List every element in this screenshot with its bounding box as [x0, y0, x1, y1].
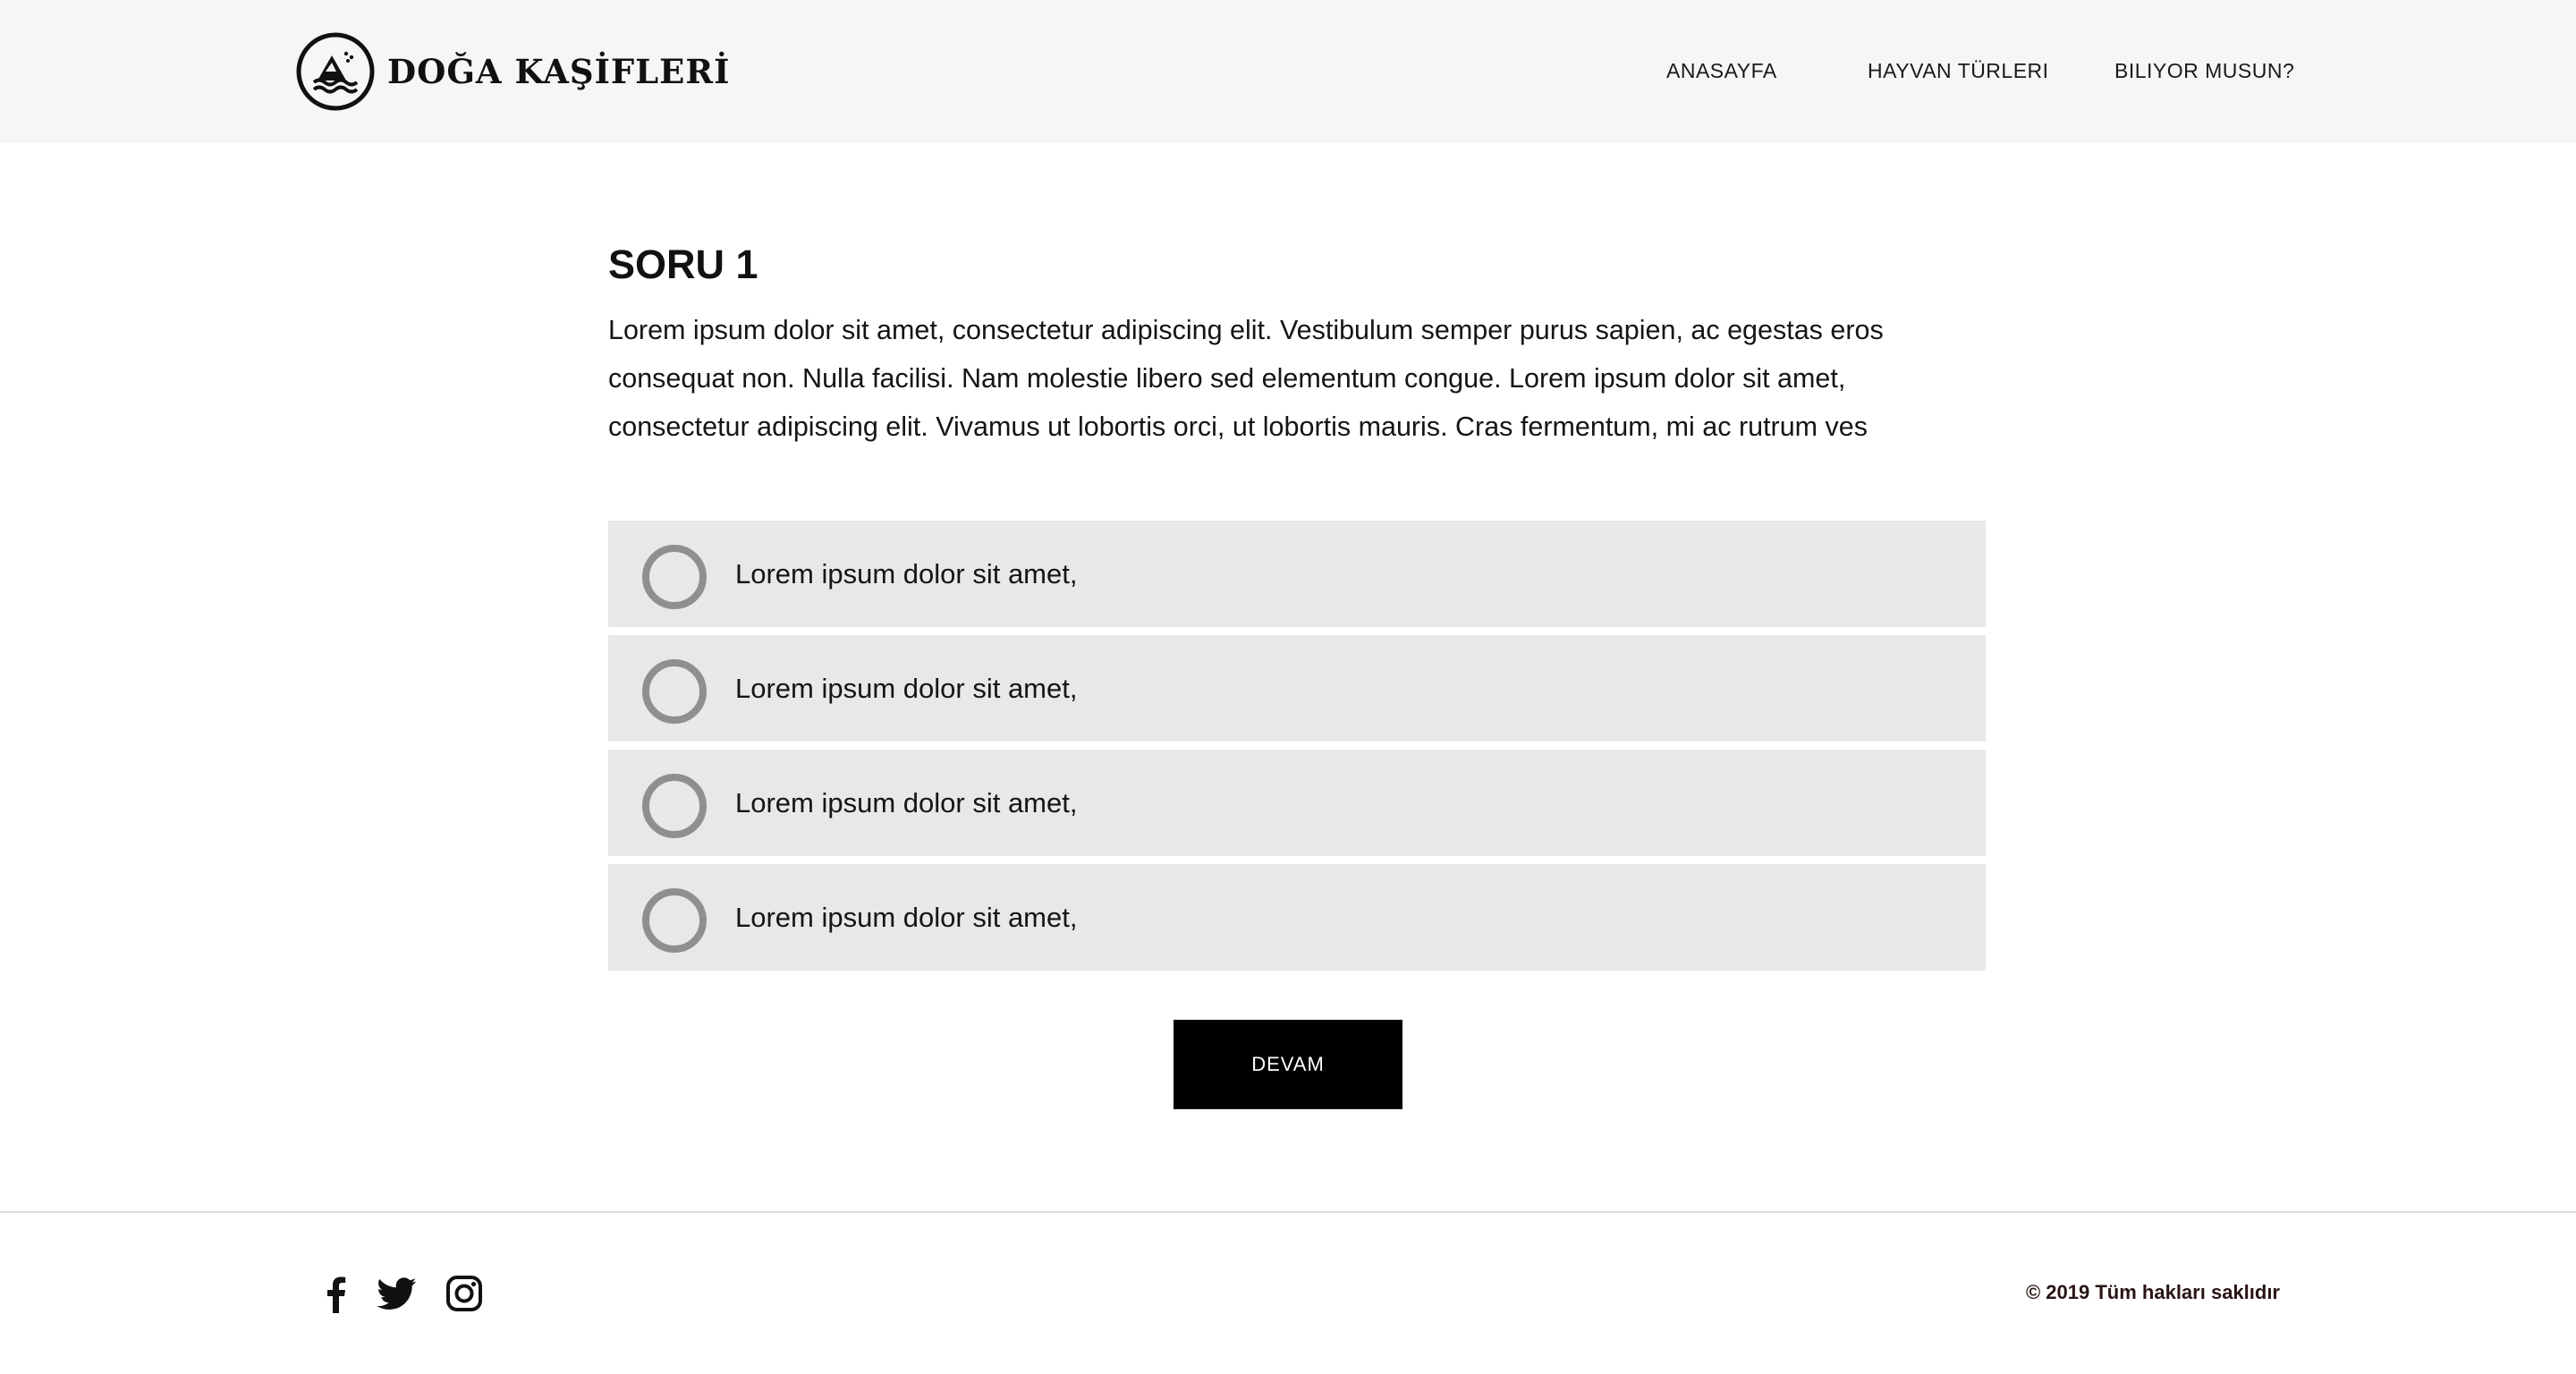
instagram-icon[interactable]	[445, 1274, 484, 1313]
copyright-text: © 2019 Tüm hakları saklıdır	[2025, 1281, 2280, 1303]
site-footer: © 2019 Tüm hakları saklıdır	[0, 1211, 2576, 1374]
answer-option[interactable]: Lorem ipsum dolor sit amet,	[608, 864, 1986, 971]
radio-button[interactable]	[642, 659, 707, 724]
radio-button[interactable]	[642, 774, 707, 838]
answer-option-label: Lorem ipsum dolor sit amet,	[735, 673, 1078, 704]
continue-button[interactable]: DEVAM	[1174, 1020, 1402, 1109]
brand-name: DOĞA KAŞİFLERİ	[387, 52, 731, 91]
question-title: SORU 1	[608, 242, 758, 287]
brand-logo[interactable]: DOĞA KAŞİFLERİ	[296, 32, 730, 111]
question-text: Lorem ipsum dolor sit amet, consectetur …	[608, 315, 1884, 442]
site-header: DOĞA KAŞİFLERİ ANASAYFA HAYVAN TÜRLERI B…	[0, 0, 2576, 143]
answer-option-label: Lorem ipsum dolor sit amet,	[735, 558, 1078, 589]
facebook-icon[interactable]	[317, 1274, 356, 1313]
answer-option-label: Lorem ipsum dolor sit amet,	[735, 787, 1078, 818]
mountain-waves-logo-icon	[296, 32, 375, 111]
answer-option[interactable]: Lorem ipsum dolor sit amet,	[608, 635, 1986, 742]
answer-options: Lorem ipsum dolor sit amet, Lorem ipsum …	[608, 521, 1986, 979]
radio-button[interactable]	[642, 888, 707, 953]
answer-option[interactable]: Lorem ipsum dolor sit amet,	[608, 521, 1986, 627]
answer-option-label: Lorem ipsum dolor sit amet,	[735, 902, 1078, 933]
answer-option[interactable]: Lorem ipsum dolor sit amet,	[608, 750, 1986, 856]
radio-button[interactable]	[642, 545, 707, 609]
nav-biliyor-musun[interactable]: BILIYOR MUSUN?	[2114, 59, 2294, 83]
twitter-icon[interactable]	[377, 1274, 417, 1313]
nav-hayvan-turleri[interactable]: HAYVAN TÜRLERI	[1868, 59, 2049, 83]
nav-anasayfa[interactable]: ANASAYFA	[1666, 59, 1777, 83]
